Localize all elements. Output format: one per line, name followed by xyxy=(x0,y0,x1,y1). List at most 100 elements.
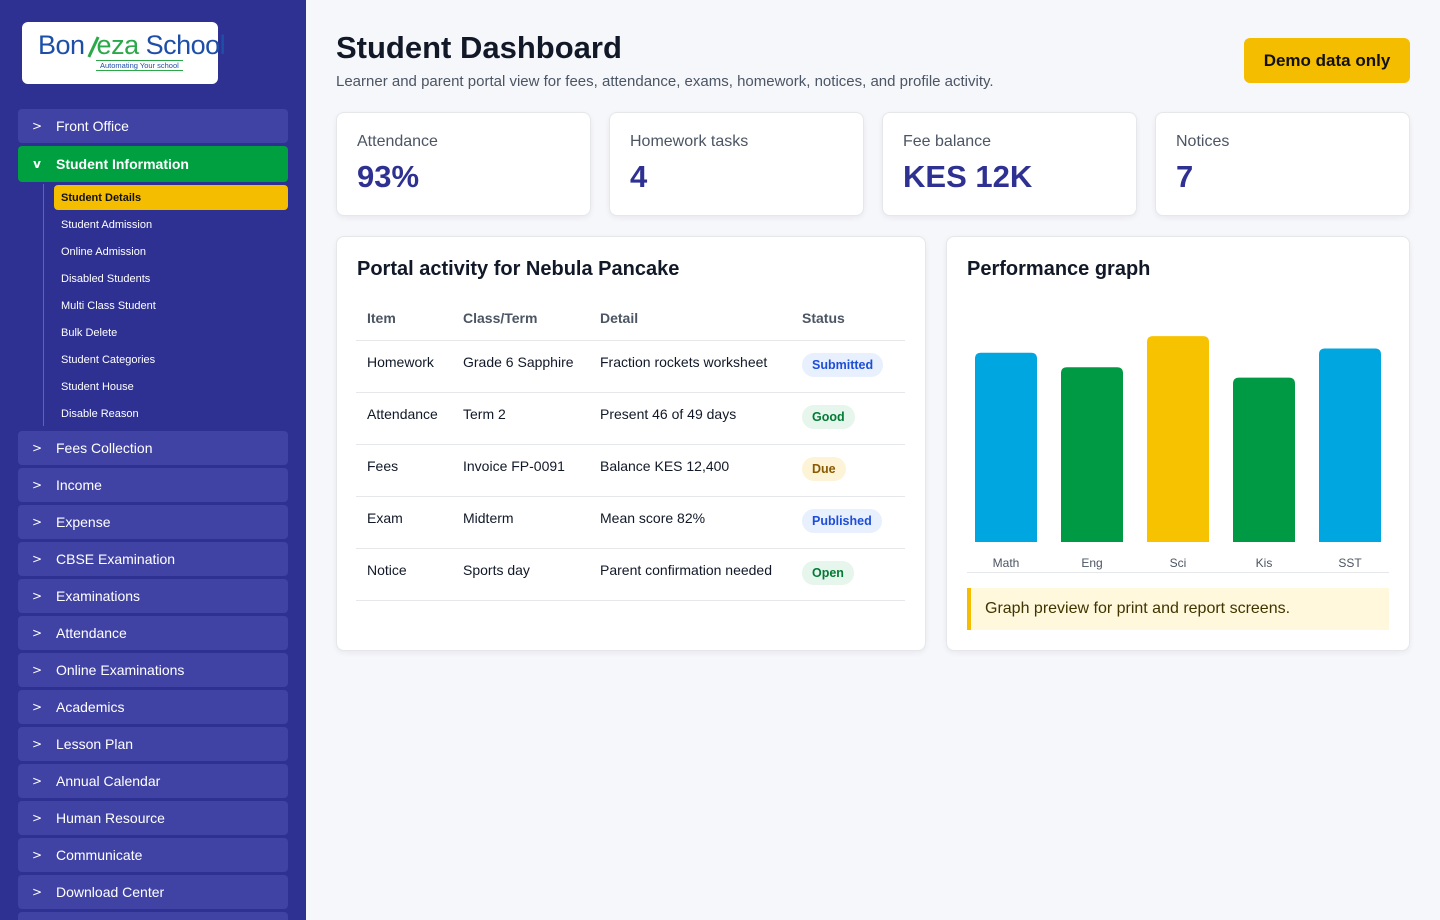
sidebar-item-next[interactable] xyxy=(18,912,288,920)
sidebar-item-label: Front Office xyxy=(56,118,129,134)
cell-status: Open xyxy=(791,548,905,601)
sidebar-item-label: Lesson Plan xyxy=(56,736,134,752)
stat-label: Fee balance xyxy=(903,133,992,150)
status-badge: Due xyxy=(802,456,846,481)
submenu-item-student-categories[interactable]: Student Categories xyxy=(54,347,288,372)
stat-card-notices: Notices 7 xyxy=(1155,112,1410,216)
sidebar: Bon eza School Automating Your school > F… xyxy=(0,0,306,920)
column-header-status: Status xyxy=(791,297,905,341)
cell-detail: Present 46 of 49 days xyxy=(589,392,791,445)
sidebar-item-download-center[interactable]: > Download Center xyxy=(18,875,288,909)
sidebar-item-income[interactable]: > Income xyxy=(18,468,288,502)
sidebar-item-expense[interactable]: > Expense xyxy=(18,505,288,539)
page-title: Student Dashboard xyxy=(336,30,622,65)
x-tick-label: SST xyxy=(1338,556,1362,570)
cell-class-term: Invoice FP-0091 xyxy=(452,444,589,497)
cell-item: Exam xyxy=(356,496,452,549)
sidebar-item-examinations[interactable]: > Examinations xyxy=(18,579,288,613)
sidebar-item-cbse-examination[interactable]: > CBSE Examination xyxy=(18,542,288,576)
sidebar-item-lesson-plan[interactable]: > Lesson Plan xyxy=(18,727,288,761)
submenu-item-disabled-students[interactable]: Disabled Students xyxy=(54,266,288,291)
cell-status: Good xyxy=(791,392,905,445)
school-logo[interactable]: Bon eza School Automating Your school xyxy=(22,22,226,84)
column-header-item: Item xyxy=(356,297,452,341)
sidebar-item-online-examinations[interactable]: > Online Examinations xyxy=(18,653,288,687)
stat-value: 93% xyxy=(357,159,420,194)
chevron-down-icon: v xyxy=(33,157,41,171)
status-badge: Open xyxy=(802,560,854,585)
stat-card-attendance: Attendance 93% xyxy=(336,112,591,216)
table-row[interactable]: Notice Sports day Parent confirmation ne… xyxy=(356,548,905,601)
cell-class-term: Grade 6 Sapphire xyxy=(452,340,589,393)
cell-detail: Mean score 82% xyxy=(589,496,791,549)
x-tick-label: Kis xyxy=(1256,556,1273,570)
cell-class-term: Term 2 xyxy=(452,392,589,445)
sidebar-item-front-office[interactable]: > Front Office xyxy=(18,109,288,143)
column-header-detail: Detail xyxy=(589,297,791,341)
chevron-right-icon: > xyxy=(31,552,43,566)
bar-eng xyxy=(1061,367,1123,542)
sidebar-item-annual-calendar[interactable]: > Annual Calendar xyxy=(18,764,288,798)
demo-data-button[interactable]: Demo data only xyxy=(1244,38,1410,83)
cell-item: Notice xyxy=(356,548,452,601)
table-header-row: Item Class/Term Detail Status xyxy=(356,297,905,341)
sidebar-item-label: CBSE Examination xyxy=(56,551,176,567)
panel-title: Portal activity for Nebula Pancake xyxy=(357,258,680,280)
portal-activity-panel: Portal activity for Nebula Pancake Item … xyxy=(336,236,926,651)
sidebar-item-student-information[interactable]: v Student Information xyxy=(18,146,288,182)
table-row[interactable]: Homework Grade 6 Sapphire Fraction rocke… xyxy=(356,340,905,393)
chevron-right-icon: > xyxy=(31,626,43,640)
submenu-item-multi-class-student[interactable]: Multi Class Student xyxy=(54,293,288,318)
cell-status: Submitted xyxy=(791,340,905,393)
sidebar-item-label: Expense xyxy=(56,514,111,530)
table-row[interactable]: Exam Midterm Mean score 82% Published xyxy=(356,496,905,549)
cell-detail: Parent confirmation needed xyxy=(589,548,791,601)
panel-title: Performance graph xyxy=(967,258,1151,280)
table-row[interactable]: Fees Invoice FP-0091 Balance KES 12,400 … xyxy=(356,444,905,497)
stat-value: 7 xyxy=(1176,159,1194,194)
sidebar-item-label: Fees Collection xyxy=(56,440,153,456)
chevron-right-icon: > xyxy=(31,811,43,825)
x-tick-label: Eng xyxy=(1081,556,1102,570)
sidebar-item-label: Academics xyxy=(56,699,125,715)
sidebar-item-label: Attendance xyxy=(56,625,127,641)
sidebar-item-label: Communicate xyxy=(56,847,143,863)
submenu-item-student-house[interactable]: Student House xyxy=(54,374,288,399)
bar-sst xyxy=(1319,348,1381,542)
cell-class-term: Midterm xyxy=(452,496,589,549)
x-tick-label: Math xyxy=(993,556,1020,570)
sidebar-item-label: Download Center xyxy=(56,884,165,900)
logo-brand: Bon eza School xyxy=(38,30,226,60)
submenu-item-student-admission[interactable]: Student Admission xyxy=(54,212,288,237)
chevron-right-icon: > xyxy=(31,885,43,899)
sidebar-item-label: Annual Calendar xyxy=(56,773,161,789)
sidebar-item-attendance[interactable]: > Attendance xyxy=(18,616,288,650)
chevron-right-icon: > xyxy=(31,848,43,862)
sidebar-item-academics[interactable]: > Academics xyxy=(18,690,288,724)
chevron-right-icon: > xyxy=(31,700,43,714)
submenu-item-online-admission[interactable]: Online Admission xyxy=(54,239,288,264)
performance-panel: Performance graph Math Eng Sci Kis SST Graph… xyxy=(946,236,1410,651)
submenu-item-bulk-delete[interactable]: Bulk Delete xyxy=(54,320,288,345)
table-row[interactable]: Attendance Term 2 Present 46 of 49 days … xyxy=(356,392,905,445)
chevron-right-icon: > xyxy=(31,663,43,677)
chevron-right-icon: > xyxy=(31,441,43,455)
sidebar-item-human-resource[interactable]: > Human Resource xyxy=(18,801,288,835)
cell-detail: Fraction rockets worksheet xyxy=(589,340,791,393)
status-badge: Submitted xyxy=(802,352,884,377)
column-header-class-term: Class/Term xyxy=(452,297,589,341)
cell-item: Fees xyxy=(356,444,452,497)
submenu-item-student-details[interactable]: Student Details xyxy=(54,185,288,210)
sidebar-item-fees-collection[interactable]: > Fees Collection xyxy=(18,431,288,465)
bar-sci xyxy=(1147,336,1209,542)
graph-note: Graph preview for print and report scree… xyxy=(967,588,1389,630)
stat-label: Notices xyxy=(1176,133,1230,150)
chevron-right-icon: > xyxy=(31,737,43,751)
sidebar-item-communicate[interactable]: > Communicate xyxy=(18,838,288,872)
stat-label: Attendance xyxy=(357,133,438,150)
chevron-right-icon: > xyxy=(31,774,43,788)
submenu-item-disable-reason[interactable]: Disable Reason xyxy=(54,401,288,426)
stat-card-fee-balance: Fee balance KES 12K xyxy=(882,112,1137,216)
chevron-right-icon: > xyxy=(31,478,43,492)
status-badge: Published xyxy=(802,508,882,533)
